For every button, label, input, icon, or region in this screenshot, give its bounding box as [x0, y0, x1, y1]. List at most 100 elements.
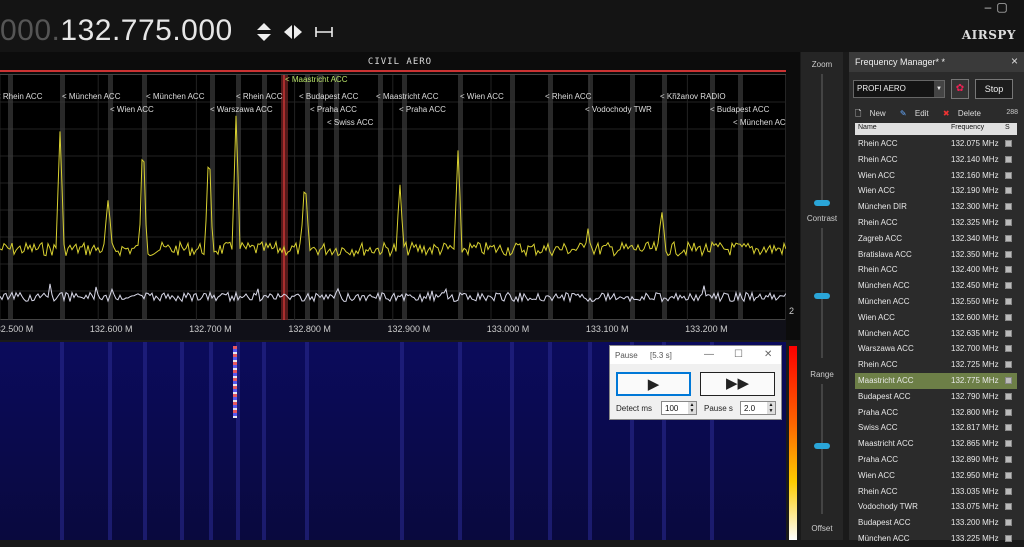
channel-label[interactable]: < Wien ACC [110, 105, 154, 114]
row-scan-checkbox[interactable] [1005, 140, 1012, 147]
new-button[interactable]: 🗋 New [855, 109, 892, 118]
row-scan-checkbox[interactable] [1005, 455, 1012, 463]
channel-label[interactable]: < Praha ACC [399, 105, 446, 114]
table-row[interactable]: Zagreb ACC 132.340 MHz [855, 231, 1017, 247]
row-scan-checkbox[interactable] [1005, 282, 1012, 290]
table-row[interactable]: Wien ACC 132.600 MHz [855, 310, 1017, 326]
table-row[interactable]: Praha ACC 132.800 MHz [855, 405, 1017, 421]
channel-label[interactable]: < Rhein ACC [545, 92, 592, 101]
column-s-header[interactable]: S [1005, 124, 1010, 131]
table-row[interactable]: Rhein ACC 133.035 MHz [855, 484, 1017, 500]
minimize-icon[interactable]: — [704, 349, 714, 360]
restore-button[interactable]: ▢ [992, 0, 1012, 14]
selected-channel-label[interactable]: < Maastricht ACC [285, 75, 348, 84]
row-scan-checkbox[interactable] [1005, 361, 1012, 369]
channel-marker[interactable] [548, 75, 553, 321]
table-row[interactable]: Budapest ACC 132.790 MHz [855, 389, 1017, 405]
row-scan-checkbox[interactable] [1005, 171, 1012, 179]
column-frequency-header[interactable]: Frequency [951, 124, 984, 131]
table-row[interactable]: Maastricht ACC 132.775 MHz [855, 372, 1017, 389]
channel-label[interactable]: < Wien ACC [460, 92, 504, 101]
table-row[interactable]: Wien ACC 132.160 MHz [855, 168, 1017, 184]
fast-forward-button[interactable]: ▶▶ [700, 372, 775, 396]
delete-button[interactable]: ✖ Delete [943, 109, 987, 118]
row-scan-checkbox[interactable] [1005, 234, 1012, 242]
edit-button[interactable]: ✎ Edit [900, 109, 935, 118]
row-scan-checkbox[interactable] [1005, 424, 1012, 432]
table-row[interactable]: Bratislava ACC 132.350 MHz [855, 247, 1017, 263]
table-row[interactable]: München ACC 133.225 MHz [855, 531, 1017, 547]
row-scan-checkbox[interactable] [1005, 329, 1012, 337]
row-scan-checkbox[interactable] [1005, 250, 1012, 258]
spectrum-plot[interactable]: < Rhein ACC < München ACC < München ACC < R… [0, 74, 786, 321]
channel-marker[interactable] [378, 75, 383, 321]
group-select[interactable]: PROFI AERO ▼ [853, 80, 945, 98]
row-scan-checkbox[interactable] [1005, 203, 1012, 211]
table-row[interactable]: Praha ACC 132.890 MHz [855, 452, 1017, 468]
range-slider[interactable] [814, 443, 830, 449]
channel-label[interactable]: < München ACC [146, 92, 205, 101]
chevron-down-icon[interactable]: ▼ [934, 81, 944, 97]
row-scan-checkbox[interactable] [1005, 297, 1012, 305]
spinner-arrows-icon[interactable]: ▲ ▼ [688, 402, 696, 414]
updown-icon[interactable] [252, 20, 276, 44]
table-row[interactable]: Wien ACC 132.190 MHz [855, 183, 1017, 199]
table-row[interactable]: Vodochody TWR 133.075 MHz [855, 499, 1017, 515]
channel-marker[interactable] [8, 75, 13, 321]
contrast-slider[interactable] [814, 293, 830, 299]
row-scan-checkbox[interactable] [1005, 376, 1012, 384]
channel-label[interactable]: < München ACC [62, 92, 121, 101]
spinner-arrows-icon[interactable]: ▲ ▼ [767, 402, 775, 414]
channel-label[interactable]: < Křižanov RADIO [660, 92, 726, 101]
frequency-display[interactable]: 000.132.775.000 [0, 14, 233, 48]
row-scan-checkbox[interactable] [1005, 266, 1012, 274]
zoom-slider[interactable] [814, 200, 830, 206]
pause-s-stepper[interactable]: 2.0 ▲ ▼ [740, 401, 776, 415]
row-scan-checkbox[interactable] [1005, 487, 1012, 495]
channel-label[interactable]: < Rhein ACC [0, 92, 43, 101]
close-icon[interactable]: ✕ [764, 349, 772, 360]
row-scan-checkbox[interactable] [1005, 187, 1012, 195]
channel-label[interactable]: < Maastricht ACC [376, 92, 439, 101]
stop-button[interactable]: Stop [975, 79, 1013, 99]
table-row[interactable]: Wien ACC 132.950 MHz [855, 468, 1017, 484]
table-row[interactable]: Rhein ACC 132.140 MHz [855, 152, 1017, 168]
table-row[interactable]: Rhein ACC 132.325 MHz [855, 215, 1017, 231]
table-row[interactable]: München ACC 132.635 MHz [855, 326, 1017, 342]
channel-label[interactable]: < Budapest ACC [710, 105, 770, 114]
row-scan-checkbox[interactable] [1005, 345, 1012, 353]
channel-marker[interactable] [510, 75, 515, 321]
channel-label[interactable]: < Budapest ACC [299, 92, 359, 101]
table-row[interactable]: Rhein ACC 132.075 MHz [855, 136, 1017, 152]
channel-label[interactable]: < Rhein ACC [236, 92, 283, 101]
channel-label[interactable]: < Warszawa ACC [210, 105, 273, 114]
table-row[interactable]: Warszawa ACC 132.700 MHz [855, 341, 1017, 357]
row-scan-checkbox[interactable] [1005, 218, 1012, 226]
range-track[interactable] [821, 384, 823, 514]
table-row[interactable]: Rhein ACC 132.725 MHz [855, 357, 1017, 373]
column-name-header[interactable]: Name [858, 124, 877, 131]
zoom-track[interactable] [821, 74, 823, 204]
channel-label[interactable]: < Swiss ACC [327, 118, 374, 127]
table-row[interactable]: München ACC 132.550 MHz [855, 294, 1017, 310]
gear-icon[interactable]: ✿ [951, 79, 969, 99]
row-scan-checkbox[interactable] [1005, 503, 1012, 511]
detect-ms-stepper[interactable]: 100 ▲ ▼ [661, 401, 697, 415]
maximize-icon[interactable]: ☐ [734, 349, 743, 360]
spectrum-panel[interactable]: CIVIL AERO < Rhein ACC < München ACC < Mün… [0, 52, 800, 340]
table-row[interactable]: Swiss ACC 132.817 MHz [855, 420, 1017, 436]
row-scan-checkbox[interactable] [1005, 519, 1012, 527]
close-icon[interactable]: × [1011, 54, 1018, 68]
table-row[interactable]: Rhein ACC 132.400 MHz [855, 262, 1017, 278]
channel-label[interactable]: < Praha ACC [310, 105, 357, 114]
channel-label[interactable]: < München ACC [733, 118, 786, 127]
row-scan-checkbox[interactable] [1005, 440, 1012, 448]
row-scan-checkbox[interactable] [1005, 534, 1012, 542]
table-row[interactable]: Maastricht ACC 132.865 MHz [855, 436, 1017, 452]
span-icon[interactable] [312, 20, 336, 44]
row-scan-checkbox[interactable] [1005, 155, 1012, 163]
table-row[interactable]: München ACC 132.450 MHz [855, 278, 1017, 294]
row-scan-checkbox[interactable] [1005, 471, 1012, 479]
channel-label[interactable]: < Vodochody TWR [585, 105, 652, 114]
row-scan-checkbox[interactable] [1005, 408, 1012, 416]
